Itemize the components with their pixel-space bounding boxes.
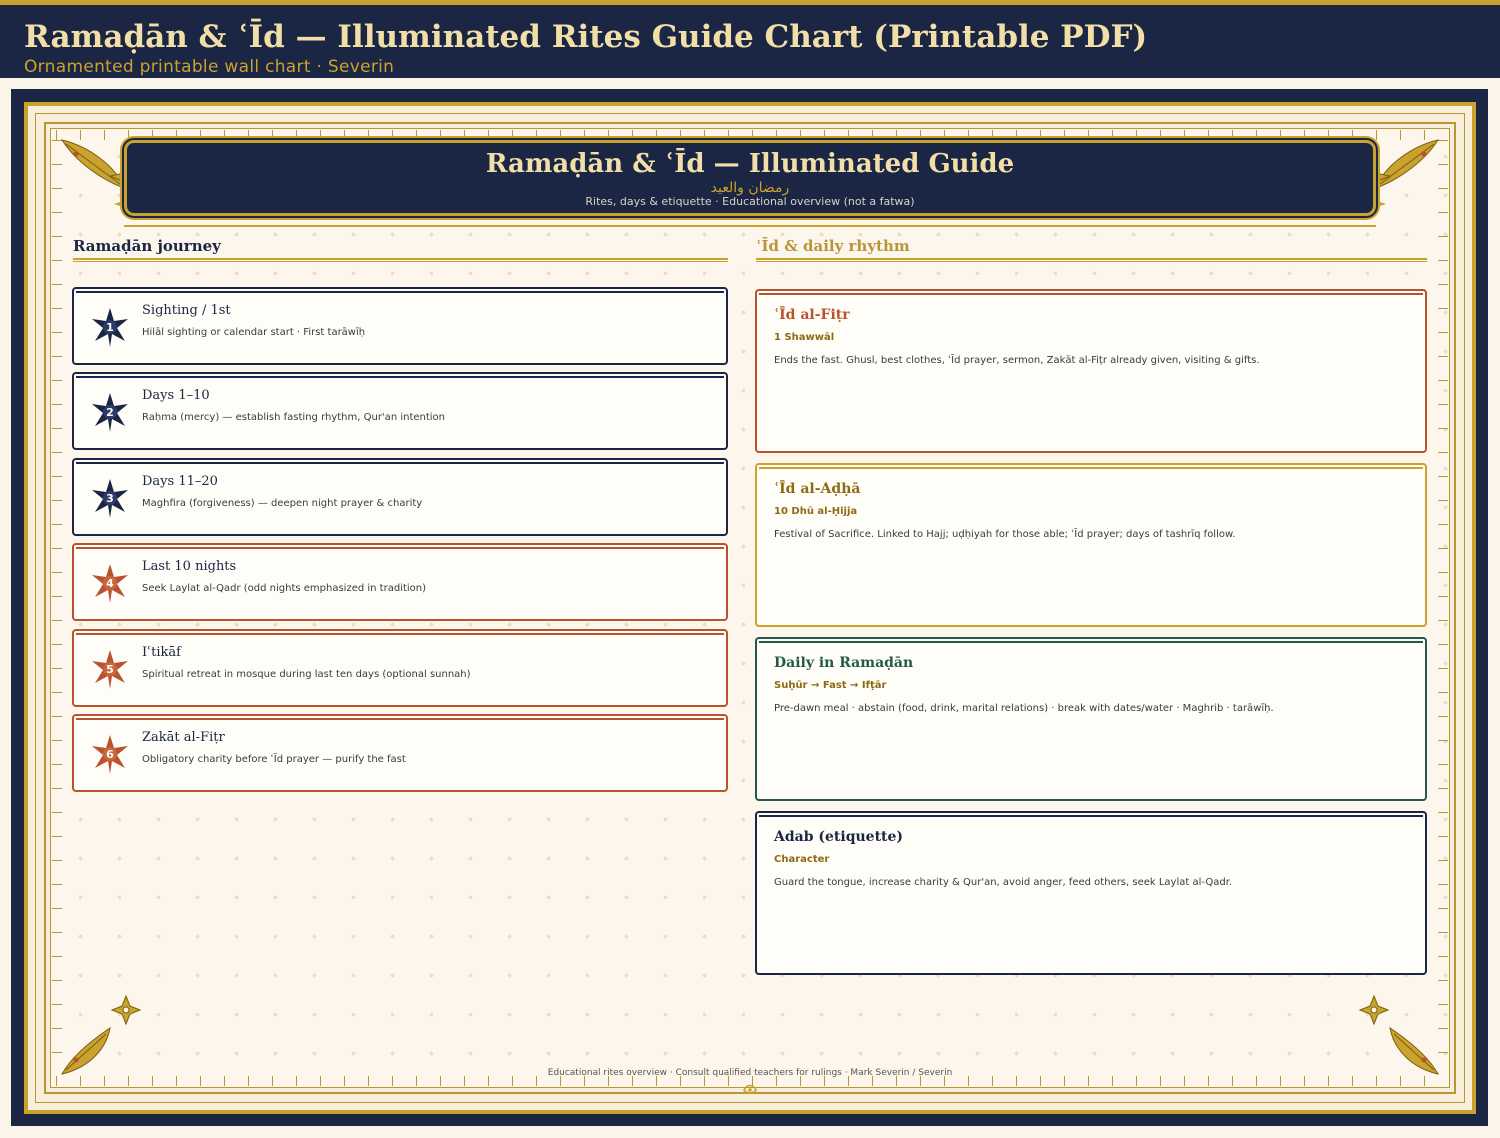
step-description: Spiritual retreat in mosque during last …	[142, 669, 471, 680]
rite-card: ʿĪd al-Fiṭr 1 Shawwāl Ends the fast. Ghu…	[755, 289, 1427, 453]
card-subtitle: Character	[774, 854, 830, 865]
step-title: Zakāt al-Fiṭr	[142, 730, 225, 745]
numbered-star-icon: 1	[92, 308, 128, 347]
step-description: Seek Laylat al-Qadr (odd nights emphasiz…	[142, 583, 427, 594]
step-description: Maghfira (forgiveness) — deepen night pr…	[142, 498, 423, 509]
numbered-star-icon: 6	[92, 735, 128, 774]
ornamental-tick-border-top	[56, 130, 1444, 140]
card-subtitle: Suḥūr → Fast → Ifṭār	[774, 680, 887, 691]
right-column-rule	[756, 258, 1427, 262]
journey-step: 1 Sighting / 1st Hilāl sighting or calen…	[72, 287, 728, 365]
step-number: 2	[106, 406, 114, 419]
numbered-star-icon: 2	[92, 393, 128, 432]
document-subtitle: Ornamented printable wall chart · Severi…	[24, 57, 395, 77]
rite-card: ʿĪd al-Aḍḥā 10 Dhū al-Ḥijja Festival of …	[755, 463, 1427, 627]
ornamental-tick-border-right	[1438, 140, 1448, 1076]
card-description: Pre-dawn meal · abstain (food, drink, ma…	[774, 703, 1274, 714]
step-description: Hilāl sighting or calendar start · First…	[142, 327, 366, 338]
step-number: 3	[106, 492, 114, 505]
card-title: Adab (etiquette)	[774, 829, 904, 845]
footer-ornament-icon	[743, 1084, 757, 1094]
left-column-rule	[73, 258, 728, 262]
journey-step: 2 Days 1–10 Raḥma (mercy) — establish fa…	[72, 372, 728, 450]
card-title: ʿĪd al-Aḍḥā	[774, 481, 861, 497]
step-title: Iʿtikāf	[142, 645, 181, 660]
left-column-heading: Ramaḍān journey	[73, 237, 221, 255]
card-description: Festival of Sacrifice. Linked to Hajj; u…	[774, 529, 1236, 540]
rite-card: Adab (etiquette) Character Guard the ton…	[755, 811, 1427, 975]
step-number: 1	[106, 321, 114, 334]
step-title: Days 11–20	[142, 474, 218, 489]
banner-title: Ramaḍān & ʿĪd — Illuminated Guide	[485, 149, 1015, 179]
card-title: ʿĪd al-Fiṭr	[774, 307, 850, 323]
card-subtitle: 10 Dhū al-Ḥijja	[774, 506, 858, 517]
step-title: Days 1–10	[142, 388, 210, 403]
ornamental-tick-border-left	[52, 140, 62, 1076]
banner-underline	[124, 225, 1376, 227]
rite-card: Daily in Ramaḍān Suḥūr → Fast → Ifṭār Pr…	[755, 637, 1427, 801]
banner-subtitle: Rites, days & etiquette · Educational ov…	[585, 195, 915, 208]
step-number: 4	[106, 577, 114, 590]
numbered-star-icon: 3	[92, 479, 128, 518]
step-title: Last 10 nights	[142, 559, 237, 574]
title-banner: Ramaḍān & ʿĪd — Illuminated Guide رمضان …	[124, 140, 1376, 216]
card-title: Daily in Ramaḍān	[774, 655, 914, 671]
journey-step: 5 Iʿtikāf Spiritual retreat in mosque du…	[72, 629, 728, 707]
journey-step: 6 Zakāt al-Fiṭr Obligatory charity befor…	[72, 714, 728, 792]
step-description: Raḥma (mercy) — establish fasting rhythm…	[142, 412, 446, 423]
step-description: Obligatory charity before ʿĪd prayer — p…	[142, 754, 406, 765]
card-subtitle: 1 Shawwāl	[774, 332, 835, 343]
right-column-heading: ʿĪd & daily rhythm	[756, 237, 910, 255]
card-description: Guard the tongue, increase charity & Qur…	[774, 877, 1233, 888]
step-number: 6	[106, 748, 114, 761]
card-description: Ends the fast. Ghusl, best clothes, ʿĪd …	[774, 355, 1260, 366]
corner-feather-star-icon	[1358, 994, 1439, 1075]
numbered-star-icon: 5	[92, 650, 128, 689]
corner-feather-star-icon	[61, 994, 142, 1075]
step-number: 5	[106, 663, 114, 676]
top-title-bar: Ramaḍān & ʿĪd — Illuminated Rites Guide …	[0, 0, 1500, 78]
step-title: Sighting / 1st	[142, 303, 231, 318]
banner-arabic-title: رمضان والعيد	[710, 180, 790, 196]
document-title: Ramaḍān & ʿĪd — Illuminated Rites Guide …	[24, 19, 1148, 55]
journey-step: 4 Last 10 nights Seek Laylat al-Qadr (od…	[72, 543, 728, 621]
poster-footer: Educational rites overview · Consult qua…	[547, 1068, 953, 1078]
journey-step: 3 Days 11–20 Maghfira (forgiveness) — de…	[72, 458, 728, 536]
numbered-star-icon: 4	[92, 564, 128, 603]
